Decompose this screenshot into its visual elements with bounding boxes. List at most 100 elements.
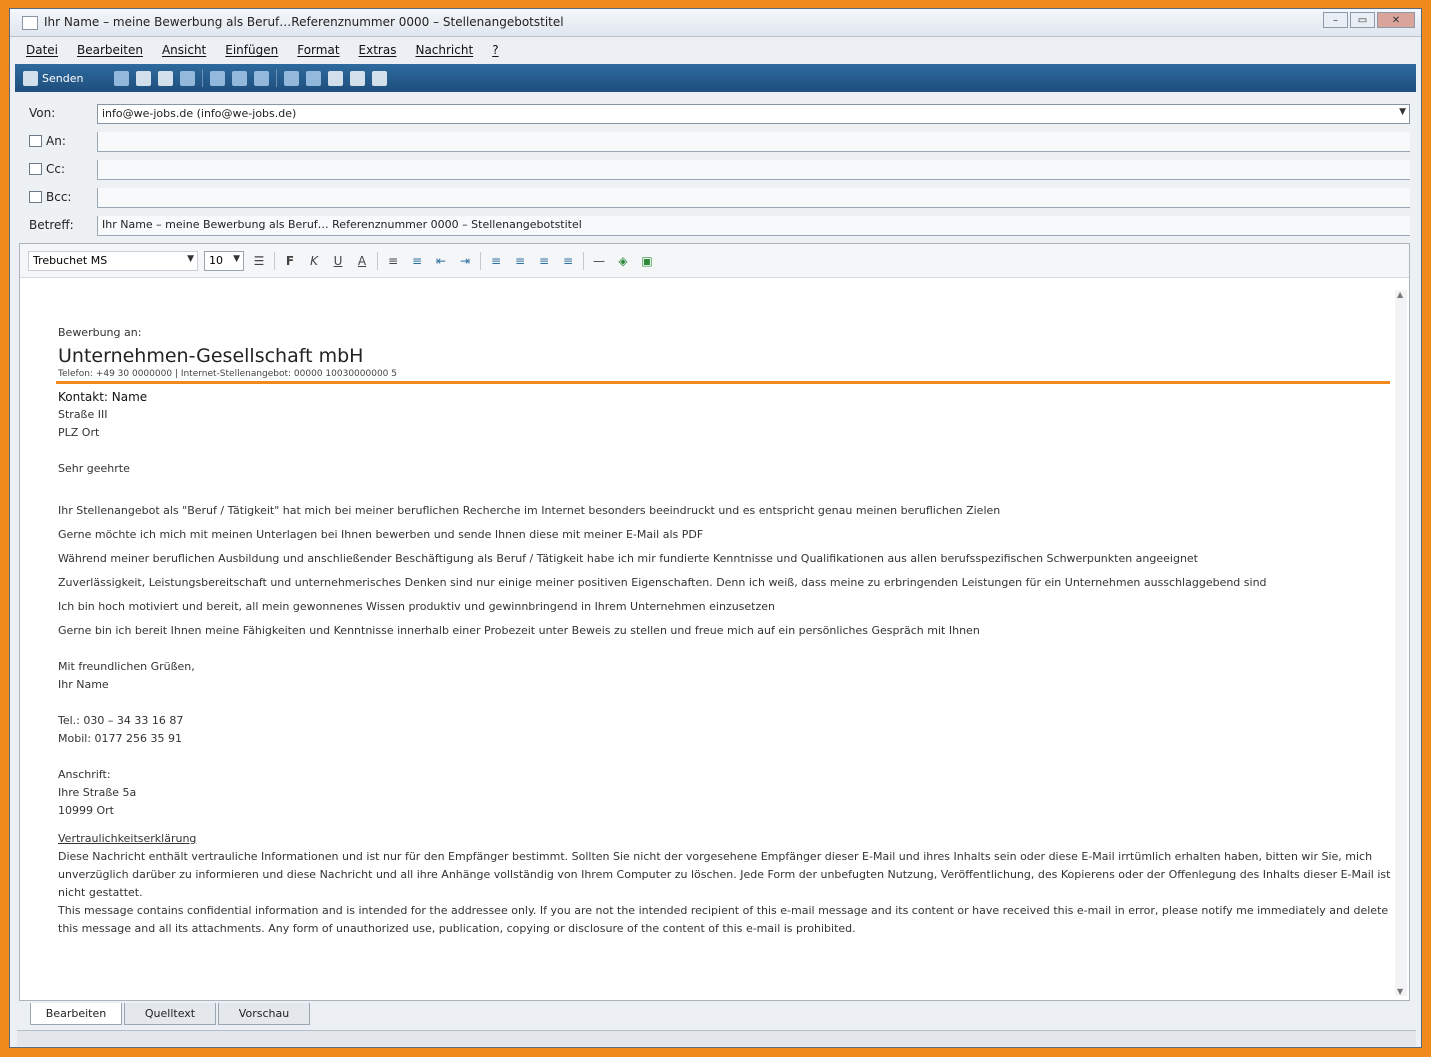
bold-icon[interactable]: F	[281, 252, 299, 270]
window-controls: – ▭ ✕	[1323, 12, 1415, 28]
font-size-select[interactable]: 10 ▼	[204, 250, 244, 271]
title-bar: Ihr Name – meine Bewerbung als Beruf…Ref…	[10, 9, 1421, 37]
priority-icon[interactable]	[284, 70, 300, 86]
toolbar-separator	[202, 69, 204, 87]
underline-icon[interactable]: U	[329, 252, 347, 270]
decrease-indent-icon[interactable]: ⇤	[432, 252, 450, 270]
tab-vorschau[interactable]: Vorschau	[218, 1003, 310, 1025]
paragraph-1: Ihr Stellenangebot als "Beruf / Tätigkei…	[58, 504, 1001, 517]
dropdown-arrow-icon[interactable]	[306, 70, 322, 86]
vertical-scrollbar[interactable]: ▲ ▼	[1395, 290, 1407, 996]
to-row: An:	[17, 129, 1416, 155]
paragraph-2: Gerne möchte ich mich mit meinen Unterla…	[58, 528, 704, 541]
menu-bar: Datei Bearbeiten Ansicht Einfügen Format…	[10, 39, 1421, 61]
font-color-icon[interactable]: A	[353, 252, 371, 270]
menu-ansicht[interactable]: Ansicht	[162, 43, 206, 57]
toolbar-separator	[377, 251, 378, 270]
paragraph-6: Gerne bin ich bereit Ihnen meine Fähigke…	[58, 624, 980, 637]
bcc-field[interactable]	[97, 188, 1410, 208]
encrypt-icon[interactable]	[350, 70, 366, 86]
subject-row: Betreff: Ihr Name – meine Bewerbung als …	[17, 213, 1416, 239]
contact-name: Kontakt: Name	[58, 390, 148, 404]
numbered-list-icon[interactable]: ≡	[384, 252, 402, 270]
scroll-up-icon[interactable]: ▲	[1397, 290, 1403, 299]
intro-text: Bewerbung an:	[58, 326, 142, 339]
toolbar-separator	[276, 69, 278, 87]
font-select[interactable]: Trebuchet MS ▼	[28, 250, 198, 271]
tab-bearbeiten[interactable]: Bearbeiten	[30, 1003, 122, 1025]
view-tabs: Bearbeiten Quelltext Vorschau	[30, 1003, 312, 1025]
closing-name: Ihr Name	[58, 678, 109, 691]
address-book-icon	[29, 163, 42, 175]
main-toolbar: Senden	[15, 64, 1416, 92]
cc-label[interactable]: Cc:	[29, 162, 65, 176]
subject-field[interactable]: Ihr Name – meine Bewerbung als Beruf… Re…	[97, 216, 1410, 236]
copy-icon[interactable]	[136, 70, 152, 86]
to-field[interactable]	[97, 132, 1410, 152]
company-name: Unternehmen-Gesellschaft mbH	[58, 345, 364, 367]
cut-icon[interactable]	[114, 70, 130, 86]
toolbar-separator	[274, 251, 275, 270]
bullet-list-icon[interactable]: ≡	[408, 252, 426, 270]
undo-icon[interactable]	[180, 70, 196, 86]
address-book-icon	[29, 191, 42, 203]
format-toolbar: Trebuchet MS ▼ 10 ▼ ☰ F K U A ≡ ≡ ⇤ ⇥ ≡ …	[20, 244, 1409, 278]
chevron-down-icon: ▼	[233, 253, 240, 264]
closing: Mit freundlichen Grüßen,	[58, 660, 195, 673]
recipient-city: PLZ Ort	[58, 426, 100, 439]
menu-bearbeiten[interactable]: Bearbeiten	[77, 43, 143, 57]
to-label[interactable]: An:	[29, 134, 66, 148]
menu-format[interactable]: Format	[297, 43, 339, 57]
message-editor[interactable]: Trebuchet MS ▼ 10 ▼ ☰ F K U A ≡ ≡ ⇤ ⇥ ≡ …	[19, 243, 1410, 1001]
menu-help[interactable]: ?	[492, 43, 498, 57]
paragraph-3: Während meiner beruflichen Ausbildung un…	[58, 552, 1198, 565]
align-left-icon[interactable]: ≡	[487, 252, 505, 270]
menu-datei[interactable]: Datei	[26, 43, 58, 57]
scroll-down-icon[interactable]: ▼	[1397, 987, 1403, 996]
increase-indent-icon[interactable]: ⇥	[456, 252, 474, 270]
offline-icon[interactable]	[372, 70, 388, 86]
toolbar-separator	[583, 251, 584, 270]
spellcheck-icon[interactable]	[232, 70, 248, 86]
check-names-icon[interactable]	[210, 70, 226, 86]
send-button[interactable]: Senden	[23, 70, 83, 86]
insert-link-icon[interactable]: ◈	[614, 252, 632, 270]
mail-app-icon	[22, 16, 38, 30]
justify-icon[interactable]: ≡	[559, 252, 577, 270]
address-street: Ihre Straße 5a	[58, 786, 137, 799]
horizontal-line-icon[interactable]: —	[590, 252, 608, 270]
menu-einfuegen[interactable]: Einfügen	[225, 43, 278, 57]
sign-icon[interactable]	[328, 70, 344, 86]
cc-row: Cc:	[17, 157, 1416, 183]
message-body[interactable]: Bewerbung an: Unternehmen-Gesellschaft m…	[56, 324, 1398, 938]
menu-extras[interactable]: Extras	[359, 43, 397, 57]
insert-image-icon[interactable]: ▣	[638, 252, 656, 270]
attach-icon[interactable]	[254, 70, 270, 86]
bcc-label[interactable]: Bcc:	[29, 190, 71, 204]
recipient-street: Straße III	[58, 408, 108, 421]
window-title: Ihr Name – meine Bewerbung als Beruf…Ref…	[44, 15, 564, 29]
menu-nachricht[interactable]: Nachricht	[415, 43, 473, 57]
bcc-row: Bcc:	[17, 185, 1416, 211]
paste-icon[interactable]	[158, 70, 174, 86]
italic-icon[interactable]: K	[305, 252, 323, 270]
disclaimer-german: Diese Nachricht enthält vertrauliche Inf…	[58, 850, 1391, 899]
chevron-down-icon: ▼	[1399, 107, 1406, 117]
align-center-icon[interactable]: ≡	[511, 252, 529, 270]
tab-quelltext[interactable]: Quelltext	[124, 1003, 216, 1025]
paragraph-4: Zuverlässigkeit, Leistungsbereitschaft u…	[58, 576, 1267, 589]
align-right-icon[interactable]: ≡	[535, 252, 553, 270]
cc-field[interactable]	[97, 160, 1410, 180]
message-header: Von: info@we-jobs.de (info@we-jobs.de) ▼…	[17, 95, 1416, 243]
salutation: Sehr geehrte	[58, 462, 130, 475]
address-city: 10999 Ort	[58, 804, 114, 817]
send-icon	[23, 70, 38, 86]
close-button[interactable]: ✕	[1377, 12, 1415, 28]
accent-rule	[56, 381, 1390, 384]
paragraph-5: Ich bin hoch motiviert und bereit, all m…	[58, 600, 776, 613]
maximize-button[interactable]: ▭	[1350, 12, 1375, 28]
paragraph-style-icon[interactable]: ☰	[250, 252, 268, 270]
from-select[interactable]: info@we-jobs.de (info@we-jobs.de) ▼	[97, 104, 1410, 124]
minimize-button[interactable]: –	[1323, 12, 1348, 28]
company-contact-line: Telefon: +49 30 0000000 | Internet-Stell…	[58, 369, 397, 379]
